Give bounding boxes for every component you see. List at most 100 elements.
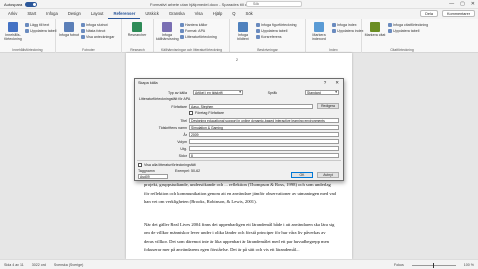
group-citations: Infoga källhänvisning Hantera källor For… (154, 19, 230, 53)
update-figures-item[interactable]: Uppdatera tabell (256, 29, 287, 33)
source-type-value: Artikel i en tidskrift (195, 91, 223, 95)
cancel-button[interactable]: Avbryt (317, 172, 339, 178)
paragraph-2[interactable]: När det gäller Real Lives 2004 finns det… (144, 221, 336, 254)
insert-endnote-item[interactable]: Infoga slutnot (81, 23, 108, 27)
update-index-item[interactable]: Uppdatera index (332, 29, 363, 33)
show-all-fields-label: Visa alla litteraturförteckningsfält (144, 163, 196, 167)
minimize-button[interactable]: — (449, 1, 454, 7)
insert-toa-item[interactable]: Infoga citatförteckning (388, 23, 428, 27)
cross-reference-icon (256, 35, 260, 39)
journal-label: Tidskriftens namn (158, 126, 187, 130)
insert-index-icon (332, 23, 336, 27)
autosave-toggle[interactable] (25, 2, 38, 7)
pages-field[interactable]: 8 (189, 153, 339, 158)
group-research-label: Research (130, 48, 145, 52)
volume-field[interactable] (189, 139, 339, 144)
group-footnotes: Infoga fotnot Infoga slutnot Nästa fotno… (56, 19, 122, 53)
update-toa-icon (388, 29, 392, 33)
source-type-label: Typ av källa (168, 91, 187, 95)
tab-start[interactable]: Start (22, 9, 41, 19)
close-window-button[interactable]: ✕ (471, 1, 475, 7)
mark-entry-button[interactable]: Markera indexord (308, 22, 330, 41)
tab-sok[interactable]: Sök (241, 9, 258, 19)
tab-granska[interactable]: Granska (164, 9, 190, 19)
insert-footnote-label: Infoga fotnot (59, 33, 79, 37)
focus-button[interactable]: Fokus (394, 263, 404, 267)
tab-arkiv[interactable]: Arkiv (3, 9, 22, 19)
next-footnote-item[interactable]: Nästa fotnot (81, 29, 105, 33)
manage-sources-item[interactable]: Hantera källor (180, 23, 207, 27)
author-field[interactable]: Aasu, Stephen (189, 104, 313, 109)
group-toc: Innehålls-förteckning Lägg till text Upp… (0, 19, 56, 53)
tab-hjalp[interactable]: Hjälp (208, 9, 228, 19)
language-status[interactable]: Svenska (Sverige) (54, 263, 83, 267)
bibliography-item[interactable]: Litteraturförteckning (180, 35, 217, 39)
create-source-dialog: Skapa källa ? ✕ Typ av källa Artikel i e… (134, 78, 344, 181)
journal-field[interactable]: Simulation & Gaming (189, 125, 339, 130)
mark-entry-label: Markera indexord (312, 33, 326, 41)
show-notes-icon (81, 35, 85, 39)
style-icon (180, 29, 184, 33)
tab-utskick[interactable]: Utskick (140, 9, 164, 19)
update-index-icon (332, 29, 336, 33)
zoom-level[interactable]: 100 % (464, 263, 474, 267)
maximize-button[interactable]: ▢ (460, 1, 465, 7)
mark-citation-button[interactable]: Markera citat (364, 22, 386, 37)
update-figures-icon (256, 29, 260, 33)
group-footnotes-label: Fotnoter (82, 48, 95, 52)
group-toa: Markera citat Infoga citatförteckning Up… (362, 19, 442, 53)
issue-field[interactable] (189, 146, 339, 151)
tab-referenser[interactable]: Referenser (108, 9, 141, 19)
update-table-icon (25, 29, 29, 33)
tab-infoga[interactable]: Infoga (41, 9, 63, 19)
tab-design[interactable]: Design (63, 9, 86, 19)
update-toa-item[interactable]: Uppdatera tabell (388, 29, 419, 33)
ribbon: Innehålls-förteckning Lägg till text Upp… (0, 19, 478, 53)
insert-footnote-button[interactable]: Infoga fotnot (58, 22, 80, 37)
toc-icon (8, 22, 18, 32)
tag-name-field[interactable]: Asd09 (138, 174, 168, 179)
show-notes-item[interactable]: Visa anteckningar (81, 35, 115, 39)
search-box[interactable]: Sök (246, 1, 302, 7)
page-count[interactable]: Sida 4 av 11 (4, 263, 24, 267)
tab-layout[interactable]: Layout (86, 9, 109, 19)
update-figures-label: Uppdatera tabell (261, 29, 288, 33)
mark-entry-icon (314, 22, 324, 32)
add-text-item[interactable]: Lägg till text (25, 23, 49, 27)
corporate-author-checkbox[interactable] (189, 111, 193, 115)
cross-reference-item[interactable]: Korsreferens (256, 35, 282, 39)
tag-name-value: Asd09 (140, 175, 150, 179)
insert-caption-button[interactable]: Infoga bildtext (232, 22, 254, 41)
group-index-label: Index (329, 48, 338, 52)
year-value: 2009 (191, 133, 199, 137)
tab-q[interactable]: Q (227, 9, 240, 19)
dialog-title: Skapa källa (138, 81, 158, 85)
update-table-item[interactable]: Uppdatera tabell (25, 29, 56, 33)
show-all-fields-checkbox[interactable] (138, 163, 142, 167)
source-type-select[interactable]: Artikel i en tidskrift (193, 90, 243, 95)
word-count[interactable]: 3022 ord (32, 263, 46, 267)
ok-button[interactable]: OK (291, 172, 313, 178)
insert-citation-button[interactable]: Infoga källhänvisning (156, 22, 179, 41)
language-select[interactable]: Standard (305, 90, 339, 95)
zoom-slider[interactable] (411, 262, 456, 268)
insert-caption-label: Infoga bildtext (237, 33, 249, 41)
insert-table-of-figures-item[interactable]: Infoga figurförteckning (256, 23, 297, 27)
status-bar: Sida 4 av 11 3022 ord Svenska (Sverige) … (0, 259, 478, 269)
dialog-help-button[interactable]: ? (324, 80, 327, 86)
edit-author-button[interactable]: Redigera (317, 103, 339, 109)
comments-button[interactable]: Kommentarer (441, 10, 475, 17)
title-field[interactable]: Designing educational support in online … (189, 118, 339, 123)
manage-sources-icon (180, 23, 184, 27)
figures-icon (256, 23, 260, 27)
insert-index-label: Infoga index (337, 23, 357, 27)
insert-index-item[interactable]: Infoga index (332, 23, 357, 27)
dialog-close-button[interactable]: ✕ (335, 80, 339, 86)
tab-visa[interactable]: Visa (190, 9, 208, 19)
bibliography-label: Litteraturförteckning (185, 35, 217, 39)
style-item[interactable]: Format: APA (180, 29, 205, 33)
toc-button[interactable]: Innehålls-förteckning (2, 22, 24, 41)
share-button[interactable]: Dela (420, 10, 438, 17)
year-field[interactable]: 2009 (189, 132, 339, 137)
researcher-button[interactable]: Researcher (126, 22, 148, 37)
